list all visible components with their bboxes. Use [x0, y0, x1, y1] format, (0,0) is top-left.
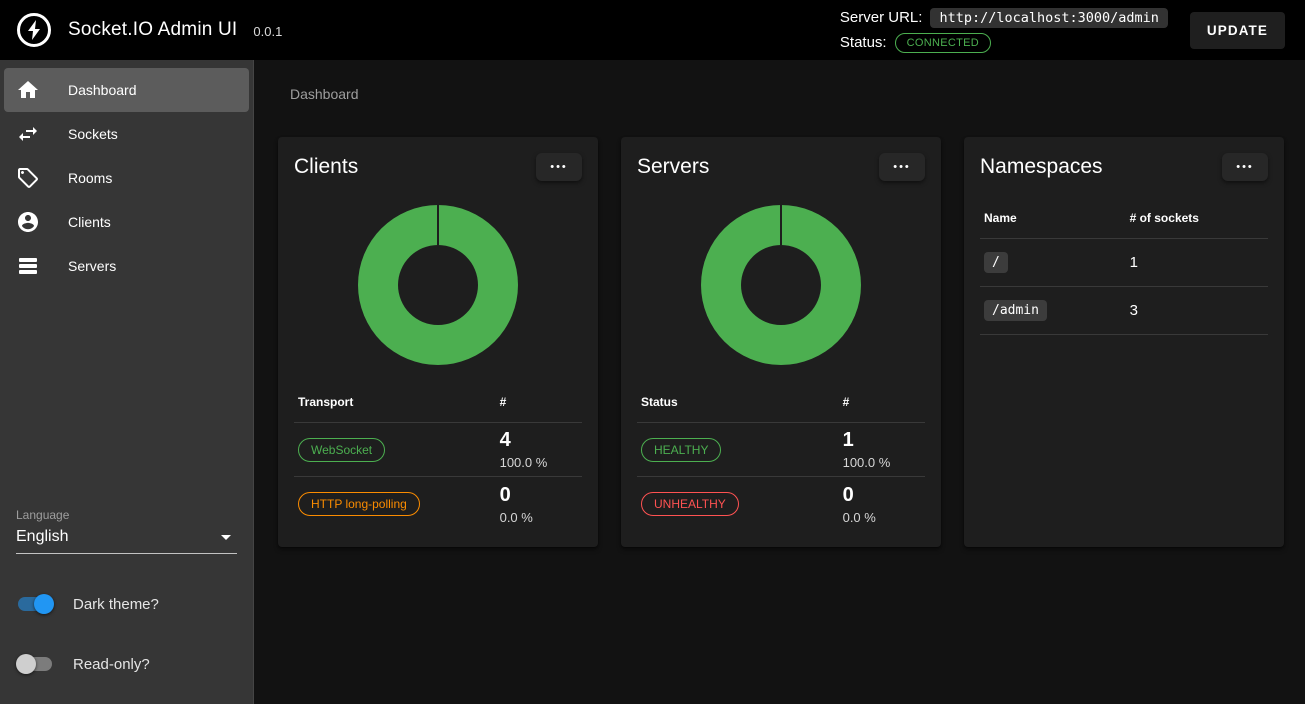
- table-row: HTTP long-polling 0 0.0 %: [294, 477, 582, 531]
- servers-table: Status # HEALTHY 1 100.0 %: [637, 383, 925, 531]
- tag-icon: [16, 166, 40, 190]
- column-header: # of sockets: [1130, 211, 1264, 225]
- sidebar: Dashboard Sockets Rooms Clients: [0, 60, 254, 704]
- percent-value: 0.0 %: [843, 510, 921, 525]
- count-value: 0: [500, 484, 578, 507]
- more-options-icon[interactable]: •••: [1222, 153, 1268, 181]
- table-row: UNHEALTHY 0 0.0 %: [637, 477, 925, 531]
- namespaces-table: Name # of sockets / 1 /admin: [980, 199, 1268, 335]
- servers-card: Servers ••• Status #: [621, 137, 941, 547]
- servers-donut-chart: [701, 205, 861, 365]
- server-url-value: http://localhost:3000/admin: [930, 8, 1167, 28]
- dark-theme-row: Dark theme?: [16, 594, 237, 614]
- count-value: 0: [843, 484, 921, 507]
- sidebar-settings: Language English Dark theme?: [0, 508, 253, 704]
- column-header: #: [500, 395, 578, 409]
- table-row: HEALTHY 1 100.0 %: [637, 423, 925, 477]
- more-options-icon[interactable]: •••: [879, 153, 925, 181]
- clients-card: Clients ••• Transport #: [278, 137, 598, 547]
- sidebar-item-label: Rooms: [68, 170, 112, 186]
- count-value: 4: [500, 429, 578, 452]
- connection-info: Server URL: http://localhost:3000/admin …: [840, 8, 1168, 53]
- status-label: Status:: [840, 34, 887, 51]
- status-badge: UNHEALTHY: [641, 492, 739, 516]
- app-root: Socket.IO Admin UI 0.0.1 Server URL: htt…: [0, 0, 1305, 704]
- sidebar-item-clients[interactable]: Clients: [4, 200, 249, 244]
- chevron-down-icon: [221, 535, 231, 540]
- donut-segment-border: [780, 205, 782, 245]
- table-row: /admin 3: [980, 287, 1268, 335]
- home-icon: [16, 78, 40, 102]
- namespaces-card-header: Namespaces •••: [980, 153, 1268, 181]
- server-url-label: Server URL:: [840, 9, 923, 26]
- language-select[interactable]: English: [16, 528, 237, 554]
- language-selected-value: English: [16, 528, 68, 546]
- namespaces-card: Namespaces ••• Name # of sockets / 1: [964, 137, 1284, 547]
- percent-value: 100.0 %: [843, 455, 921, 470]
- count-value: 1: [843, 429, 921, 452]
- table-header-row: Name # of sockets: [980, 199, 1268, 239]
- breadcrumb: Dashboard: [290, 86, 1285, 102]
- dashboard-cards: Clients ••• Transport #: [278, 137, 1285, 547]
- sidebar-item-label: Dashboard: [68, 82, 137, 98]
- sidebar-item-sockets[interactable]: Sockets: [4, 112, 249, 156]
- donut-hole: [741, 245, 821, 325]
- update-button[interactable]: UPDATE: [1190, 12, 1285, 49]
- table-header-row: Transport #: [294, 383, 582, 423]
- donut-hole: [398, 245, 478, 325]
- app-title: Socket.IO Admin UI: [68, 19, 237, 41]
- column-header: #: [843, 395, 921, 409]
- table-row: / 1: [980, 239, 1268, 287]
- namespace-chip: /admin: [984, 300, 1047, 321]
- card-title: Clients: [294, 155, 358, 179]
- clients-donut-chart: [358, 205, 518, 365]
- read-only-label: Read-only?: [73, 656, 150, 673]
- swap-horizontal-icon: [16, 122, 40, 146]
- server-url-row: Server URL: http://localhost:3000/admin: [840, 8, 1168, 28]
- server-icon: [16, 254, 40, 278]
- namespace-chip: /: [984, 252, 1008, 273]
- app-version: 0.0.1: [253, 24, 282, 39]
- transport-badge: HTTP long-polling: [298, 492, 420, 516]
- table-header-row: Status #: [637, 383, 925, 423]
- sidebar-item-dashboard[interactable]: Dashboard: [4, 68, 249, 112]
- read-only-row: Read-only?: [16, 654, 237, 674]
- socket-count: 1: [1130, 254, 1264, 271]
- percent-value: 0.0 %: [500, 510, 578, 525]
- status-badge: HEALTHY: [641, 438, 721, 462]
- table-row: WebSocket 4 100.0 %: [294, 423, 582, 477]
- app-body: Dashboard Sockets Rooms Clients: [0, 60, 1305, 704]
- sidebar-item-rooms[interactable]: Rooms: [4, 156, 249, 200]
- sidebar-item-label: Servers: [68, 258, 116, 274]
- status-badge: CONNECTED: [895, 33, 991, 53]
- app-header: Socket.IO Admin UI 0.0.1 Server URL: htt…: [0, 0, 1305, 60]
- sidebar-item-label: Sockets: [68, 126, 118, 142]
- column-header: Status: [641, 395, 843, 409]
- toggle-thumb: [16, 654, 36, 674]
- card-title: Servers: [637, 155, 709, 179]
- socketio-logo-icon: [16, 12, 52, 48]
- percent-value: 100.0 %: [500, 455, 578, 470]
- more-options-icon[interactable]: •••: [536, 153, 582, 181]
- sidebar-item-servers[interactable]: Servers: [4, 244, 249, 288]
- clients-table: Transport # WebSocket 4 100.0 %: [294, 383, 582, 531]
- status-row: Status: CONNECTED: [840, 33, 1168, 53]
- clients-card-header: Clients •••: [294, 153, 582, 181]
- toggle-thumb: [34, 594, 54, 614]
- language-label: Language: [16, 508, 237, 522]
- socket-count: 3: [1130, 302, 1264, 319]
- column-header: Name: [984, 211, 1130, 225]
- sidebar-item-label: Clients: [68, 214, 111, 230]
- read-only-toggle[interactable]: [16, 654, 54, 674]
- servers-card-header: Servers •••: [637, 153, 925, 181]
- column-header: Transport: [298, 395, 500, 409]
- donut-segment-border: [437, 205, 439, 245]
- dark-theme-label: Dark theme?: [73, 596, 159, 613]
- dark-theme-toggle[interactable]: [16, 594, 54, 614]
- account-circle-icon: [16, 210, 40, 234]
- main-content: Dashboard Clients ••• Transport: [254, 60, 1305, 704]
- card-title: Namespaces: [980, 155, 1103, 179]
- transport-badge: WebSocket: [298, 438, 385, 462]
